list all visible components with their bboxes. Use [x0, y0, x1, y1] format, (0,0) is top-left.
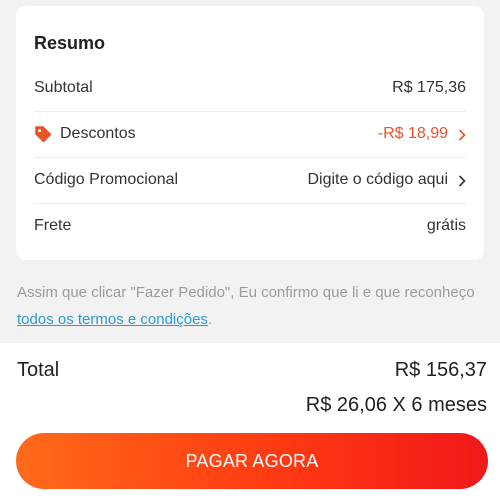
total-label: Total [17, 359, 60, 381]
promo-code-value: Digite o código aqui [307, 171, 448, 188]
promo-code-label: Código Promocional [34, 171, 179, 188]
subtotal-row: Subtotal R$ 175,36 [34, 65, 466, 111]
tag-icon [34, 125, 52, 143]
summary-title: Resumo [34, 33, 106, 53]
terms-suffix: . [207, 311, 213, 328]
subtotal-label: Subtotal [34, 79, 93, 96]
chevron-right-icon [458, 128, 466, 141]
installments-value: R$ 26,06 X 6 meses [305, 394, 487, 416]
checkout-bar: Total R$ 156,37 R$ 26,06 X 6 meses PAGAR… [0, 343, 500, 504]
terms-link[interactable]: todos os termos e condições [17, 311, 208, 328]
shipping-label: Frete [34, 217, 72, 234]
subtotal-value: R$ 175,36 [392, 79, 466, 96]
summary-card: Resumo Subtotal R$ 175,36 Descontos -R$ … [16, 6, 484, 260]
shipping-value: grátis [426, 217, 466, 234]
terms-text: Assim que clicar "Fazer Pedido", Eu conf… [17, 284, 475, 301]
chevron-right-icon [458, 174, 466, 187]
promo-code-row[interactable]: Código Promocional Digite o código aqui [34, 157, 466, 203]
discounts-row[interactable]: Descontos -R$ 18,99 [34, 111, 466, 157]
pay-now-button[interactable]: PAGAR AGORA [16, 433, 488, 489]
shipping-row: Frete grátis [34, 203, 466, 249]
total-value: R$ 156,37 [394, 359, 487, 381]
discounts-value: -R$ 18,99 [377, 125, 448, 142]
terms-notice: Assim que clicar "Fazer Pedido", Eu conf… [17, 279, 487, 333]
discounts-label: Descontos [60, 125, 136, 142]
